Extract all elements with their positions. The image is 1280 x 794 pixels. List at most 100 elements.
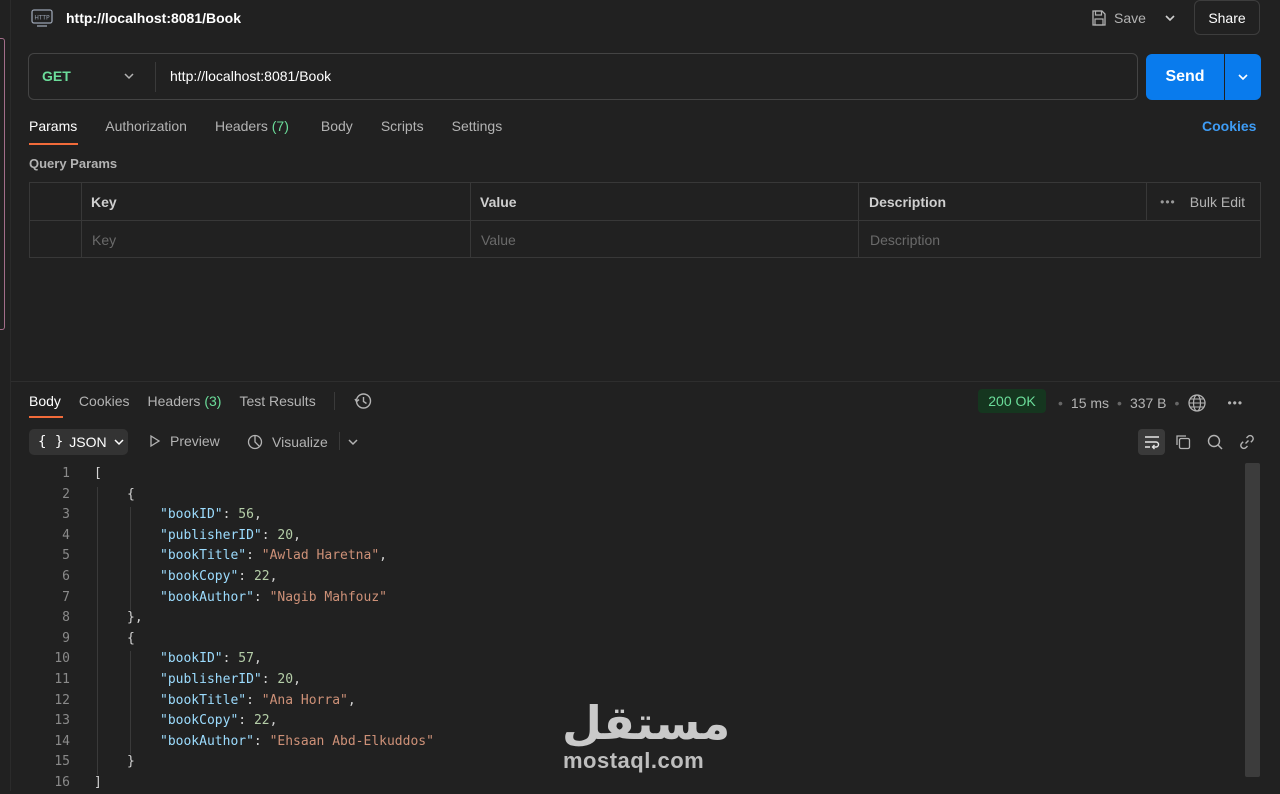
tab-response-body[interactable]: Body	[29, 393, 61, 409]
tab-headers-label: Headers	[214, 118, 268, 134]
code-text: "publisherID": 20,	[160, 672, 301, 687]
save-label: Save	[1114, 10, 1146, 26]
code-text: "bookTitle": "Ana Horra",	[160, 692, 356, 708]
chevron-down-icon[interactable]	[1160, 9, 1180, 27]
save-button[interactable]: Save	[1090, 6, 1146, 30]
share-button[interactable]: Share	[1194, 0, 1260, 35]
sidebar-collapsed-handle[interactable]	[0, 38, 5, 330]
tab-response-headers-label: Headers	[147, 393, 201, 409]
tab-test-results[interactable]: Test Results	[239, 393, 315, 409]
link-icon[interactable]	[1238, 433, 1256, 451]
line-number: 12	[54, 692, 70, 708]
column-key: Key	[91, 194, 117, 210]
code-text: [	[94, 466, 102, 481]
line-number: 4	[62, 527, 70, 543]
save-icon	[1092, 10, 1106, 26]
code-text: {	[127, 486, 135, 502]
more-icon[interactable]: •••	[1160, 195, 1176, 209]
preview-button[interactable]: Preview	[148, 433, 220, 449]
scrollbar[interactable]	[1245, 463, 1260, 777]
visualize-button[interactable]: Visualize	[246, 433, 328, 451]
separator-dot: •	[1117, 395, 1122, 411]
request-tabs: Params Authorization Headers (7) Body Sc…	[29, 118, 502, 134]
code-text: }	[127, 754, 135, 770]
chevron-down-icon	[1238, 74, 1248, 81]
query-params-label: Query Params	[29, 156, 118, 171]
divider	[339, 432, 340, 450]
divider	[1146, 183, 1147, 220]
url-input[interactable]: http://localhost:8081/Book	[170, 68, 331, 84]
response-size[interactable]: 337 B	[1130, 395, 1167, 411]
divider	[81, 183, 82, 257]
indent-guide	[97, 486, 98, 775]
key-input[interactable]: Key	[92, 232, 116, 248]
tab-settings[interactable]: Settings	[452, 118, 503, 134]
svg-text:HTTP: HTTP	[34, 15, 50, 22]
send-options-button[interactable]	[1225, 54, 1261, 100]
preview-label: Preview	[170, 433, 220, 449]
http-request-icon: HTTP	[31, 9, 53, 27]
response-time[interactable]: 15 ms	[1071, 395, 1109, 411]
format-label: JSON	[69, 434, 107, 450]
chevron-down-icon[interactable]	[346, 435, 360, 449]
headers-count: (7)	[271, 118, 289, 134]
pane-divider[interactable]	[11, 381, 1280, 382]
play-icon	[150, 434, 161, 448]
history-icon[interactable]	[353, 391, 373, 411]
copy-icon[interactable]	[1174, 433, 1192, 451]
visualize-label: Visualize	[272, 434, 328, 450]
column-description: Description	[869, 194, 947, 210]
separator-dot: •	[1058, 395, 1063, 411]
wrap-lines-button[interactable]	[1138, 429, 1165, 455]
indent-guide	[130, 507, 131, 611]
code-text: "bookCopy": 22,	[160, 713, 278, 729]
query-params-table: Key Value Description ••• Bulk Edit Key …	[29, 182, 1261, 258]
code-text: "bookAuthor": "Ehsaan Abd-Elkuddos"	[160, 733, 434, 749]
line-number: 5	[62, 548, 70, 564]
code-text: "bookID": 56,	[160, 507, 262, 523]
value-input[interactable]: Value	[481, 232, 516, 248]
active-tab-indicator	[29, 416, 63, 418]
tab-headers[interactable]: Headers (7)	[215, 118, 289, 134]
format-select[interactable]: { } JSON	[29, 429, 128, 455]
code-text: "bookAuthor": "Nagib Mahfouz"	[160, 589, 387, 605]
tab-body[interactable]: Body	[321, 118, 353, 134]
send-button[interactable]: Send	[1146, 54, 1224, 100]
more-icon[interactable]: •••	[1227, 396, 1243, 410]
search-icon[interactable]	[1206, 433, 1224, 451]
tab-authorization[interactable]: Authorization	[105, 118, 187, 134]
line-number: 3	[62, 507, 70, 523]
indent-guide	[130, 651, 131, 755]
visualize-icon	[247, 434, 263, 450]
bulk-edit-label: Bulk Edit	[1189, 194, 1245, 210]
line-number: 7	[62, 589, 70, 605]
watermark-logo: مستقل	[562, 696, 731, 750]
chevron-down-icon[interactable]	[122, 69, 136, 83]
line-number: 2	[62, 486, 70, 502]
watermark-text: mostaql.com	[563, 748, 705, 773]
tab-params[interactable]: Params	[29, 118, 77, 134]
tab-response-headers[interactable]: Headers (3)	[148, 393, 222, 409]
table-header-row: Key Value Description ••• Bulk Edit	[30, 183, 1260, 221]
chevron-down-icon	[114, 439, 124, 446]
status-badge[interactable]: 200 OK	[978, 389, 1046, 413]
line-number: 11	[54, 672, 70, 687]
code-text: {	[127, 630, 135, 646]
line-number: 9	[62, 630, 70, 646]
table-row: Key Value Description	[30, 221, 1260, 258]
tab-scripts[interactable]: Scripts	[381, 118, 424, 134]
response-tabs: Body Cookies Headers (3) Test Results	[29, 391, 373, 411]
code-text: "bookCopy": 22,	[160, 569, 278, 584]
cookies-link[interactable]: Cookies	[1202, 118, 1256, 134]
tab-response-cookies[interactable]: Cookies	[79, 393, 130, 409]
divider	[470, 183, 471, 257]
bulk-edit-button[interactable]: ••• Bulk Edit	[1160, 194, 1245, 210]
method-select[interactable]: GET	[42, 68, 71, 84]
globe-icon[interactable]	[1187, 393, 1207, 413]
line-number: 10	[54, 651, 70, 667]
line-number: 8	[62, 610, 70, 626]
request-title[interactable]: http://localhost:8081/Book	[66, 10, 241, 26]
code-text: "publisherID": 20,	[160, 527, 301, 543]
description-input[interactable]: Description	[870, 232, 940, 248]
code-text: "bookID": 57,	[160, 651, 262, 667]
